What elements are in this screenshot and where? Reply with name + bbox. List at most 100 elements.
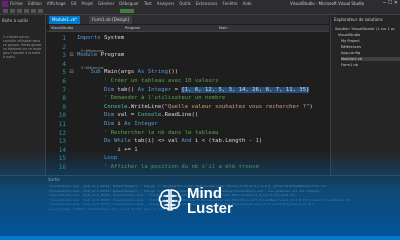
code-token: tab() [114, 86, 138, 93]
status-bar [0, 236, 400, 240]
code-token: .ReadLine() [161, 112, 199, 119]
solution-tree-item[interactable]: Module1.vb [341, 57, 400, 61]
menu-item[interactable]: Aide [243, 1, 252, 6]
undo-icon[interactable] [31, 9, 36, 13]
brand-line-2: Luster [187, 200, 233, 217]
code-line[interactable]: Do While tab(i) <> val And i < (tab.Leng… [77, 138, 262, 144]
code-token: ' Créer un tableau avec 10 valeurs [77, 78, 219, 84]
menu-item[interactable]: Edition [28, 1, 42, 6]
code-token: ' Demander à l'utilisateur un nombre [77, 95, 226, 102]
code-line[interactable]: Imports System [77, 35, 124, 41]
code-token: ) [309, 103, 313, 110]
menu-item[interactable]: Outils [179, 1, 191, 6]
menu-item[interactable]: Fichier [10, 1, 23, 6]
code-line[interactable]: Dim i As Integer [77, 121, 158, 127]
code-line[interactable]: ' Rechercher le nb dans le tableau [77, 129, 219, 136]
code-token: Dim [77, 121, 115, 127]
line-number: 12 [58, 129, 66, 137]
line-number: 6 [62, 78, 66, 85]
new-file-icon[interactable] [17, 9, 22, 13]
code-token: Module [77, 52, 98, 59]
solution-tree-item[interactable]: App.config [341, 51, 400, 55]
code-token: Imports [77, 35, 101, 41]
start-debug-button[interactable] [120, 9, 134, 13]
brand-name: Mind Luster [187, 186, 233, 216]
code-token: Do While [77, 138, 131, 145]
code-line[interactable]: ' Créer un tableau avec 10 valeurs [77, 78, 219, 84]
code-token: tab(i) <> val [130, 138, 182, 145]
solution-tree-item[interactable]: VisualStudio [338, 33, 398, 37]
menu-item[interactable]: Analyser [157, 1, 174, 6]
menu-item[interactable]: Déboguer [119, 1, 139, 6]
code-token: {1, 6, 12, 5, 3, 14, 26, 8, 7, 11, 35} [181, 86, 310, 93]
line-number: 5 [62, 69, 66, 77]
code-token: System [100, 35, 125, 41]
code-token: Console [77, 103, 128, 110]
code-token: String [147, 69, 168, 76]
line-number: 7 [62, 86, 66, 94]
code-token: i [114, 121, 125, 127]
collapse-icon[interactable]: ⊟ [69, 70, 74, 75]
collapse-icon[interactable]: ⊟ [69, 53, 74, 58]
window-title: VisualStudio - Microsoft Visual Studio [290, 1, 365, 6]
menu-item[interactable]: Fenêtre [223, 1, 238, 6]
code-token: ()) [167, 69, 179, 76]
code-token: val = [114, 112, 138, 119]
tab-form1-design[interactable]: Form1.vb [Design] [89, 16, 133, 24]
code-token: ) [258, 138, 263, 145]
toolbar [0, 8, 400, 15]
menu-item[interactable]: Générer [98, 1, 114, 6]
code-line[interactable]: ' Demander à l'utilisateur un nombre [77, 95, 225, 101]
code-line[interactable]: Sub Main(args As String()) [77, 69, 178, 75]
toolbox-title: Boîte à outils [2, 18, 29, 23]
redo-icon[interactable] [38, 9, 43, 13]
code-token: Console [137, 112, 162, 119]
solution-tree-item[interactable]: Références [341, 45, 400, 49]
code-token: Program [97, 52, 125, 59]
code-token: i < (tab.Length - [191, 138, 256, 145]
back-icon[interactable] [3, 9, 8, 13]
brand-line-1: Mind [187, 185, 222, 202]
code-token: = [171, 86, 182, 93]
visual-studio-logo-icon [2, 1, 8, 7]
line-number: 13 [58, 138, 66, 146]
line-number: 11 [58, 121, 66, 128]
forward-icon[interactable] [10, 9, 15, 13]
code-token: As Integer [137, 86, 172, 93]
code-navigation-bar: VisualStudio Program Main [47, 24, 329, 32]
tab-module1[interactable]: Module1.vb* [49, 16, 81, 24]
code-line[interactable]: Module Program [77, 52, 124, 58]
line-number: 2 [62, 43, 66, 51]
solution-tree-item[interactable]: My Project [341, 39, 400, 43]
line-number: 10 [58, 112, 66, 120]
code-token: Sub [77, 69, 101, 76]
code-token: ' Rechercher le nb dans le tableau [77, 129, 219, 136]
save-icon[interactable] [24, 9, 29, 13]
member-dropdown[interactable]: Main [217, 25, 329, 31]
scope-dropdown[interactable]: Program [123, 25, 217, 31]
menu-bar: Fichier Edition Affichage Git Projet Générer D… [0, 0, 400, 8]
code-token: .WriteLine( [127, 103, 165, 110]
menu-item[interactable]: Projet [82, 1, 94, 6]
menu-item[interactable]: Test [144, 1, 152, 6]
line-number: 9 [62, 103, 66, 111]
line-number: 3 [62, 52, 66, 60]
project-dropdown[interactable]: VisualStudio [49, 25, 123, 31]
code-line[interactable]: Dim tab() As Integer = {1, 6, 12, 5, 3, … [77, 86, 310, 93]
code-token: Dim [77, 112, 115, 119]
editor-tabs: Module1.vb* Form1.vb [Design] [47, 15, 329, 24]
menu-item[interactable]: Affichage [47, 1, 66, 6]
code-line[interactable]: Console.WriteLine("Quelle valeur souhait… [77, 104, 313, 110]
code-token: And [181, 138, 192, 145]
code-token: "Quelle valeur souhaitez vous rechercher… [164, 103, 310, 110]
solution-tree-item[interactable]: Solution 'VisualStudio' (1 sur 1 projet) [335, 27, 395, 31]
code-token: Main(args [100, 69, 138, 76]
menu-item[interactable]: Git [71, 1, 77, 6]
window-controls[interactable]: ─ ☐ ✕ [383, 0, 398, 6]
toolbox-message: Il n'existe aucun contrôle utilisable da… [3, 35, 42, 59]
menu-item[interactable]: Extensions [196, 1, 218, 6]
code-line[interactable]: Dim val = Console.ReadLine() [77, 112, 198, 118]
solution-tree-item[interactable]: Form1.vb [341, 63, 400, 67]
solution-explorer-title: Explorateur de solutions [334, 17, 383, 22]
menu-items: Fichier Edition Affichage Git Projet Générer D… [10, 1, 257, 6]
